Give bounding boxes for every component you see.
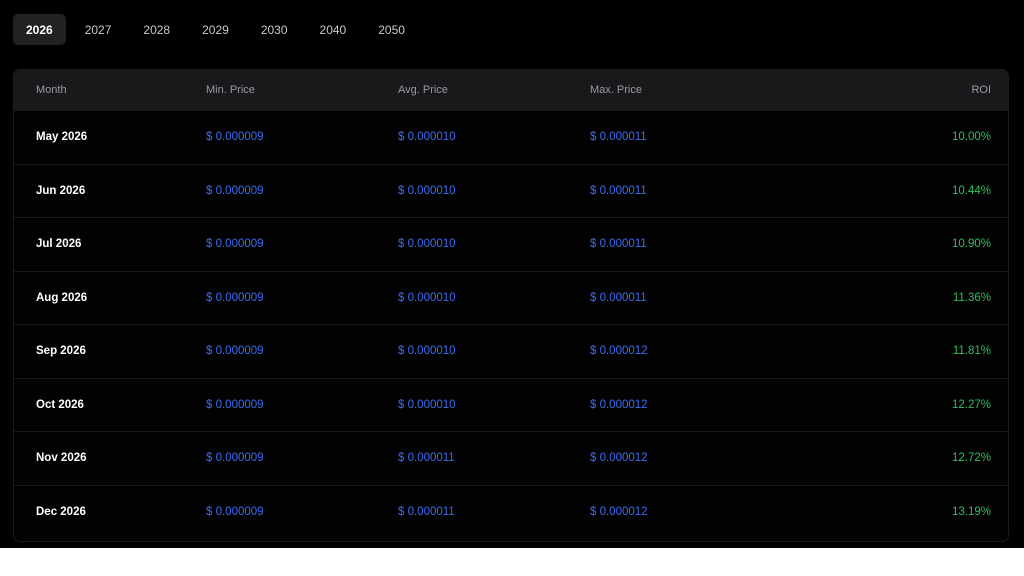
cell-roi: 10.00% [951,131,991,144]
cell-month: Dec 2026 [36,505,86,518]
table-row: Oct 2026 $ 0.000009 $ 0.000010 $ 0.00001… [14,377,1008,432]
cell-max-price: $ 0.000012 [590,398,648,411]
tab-2050[interactable]: 2050 [365,14,418,45]
cell-min-price: $ 0.000009 [206,291,264,304]
table-row: Sep 2026 $ 0.000009 $ 0.000010 $ 0.00001… [14,324,1008,378]
table-row: Jul 2026 $ 0.000009 $ 0.000010 $ 0.00001… [14,217,1008,271]
cell-avg-price: $ 0.000010 [398,238,456,251]
header-max-price: Max. Price [590,84,642,96]
cell-month: Aug 2026 [36,291,88,304]
cell-avg-price: $ 0.000010 [398,184,456,197]
cell-max-price: $ 0.000012 [590,452,648,465]
price-prediction-panel: 2026 2027 2028 2029 2030 2040 2050 Month… [0,0,1024,548]
cell-avg-price: $ 0.000011 [398,452,455,465]
cell-min-price: $ 0.000009 [206,505,264,518]
cell-month: Jun 2026 [36,184,86,197]
cell-max-price: $ 0.000011 [590,184,647,197]
cell-max-price: $ 0.000011 [590,131,647,144]
table-row: Jun 2026 $ 0.000009 $ 0.000010 $ 0.00001… [14,163,1008,218]
price-table: Month Min. Price Avg. Price Max. Price R… [13,69,1009,542]
cell-max-price: $ 0.000012 [590,345,648,358]
table-row: Aug 2026 $ 0.000009 $ 0.000010 $ 0.00001… [14,270,1008,325]
tab-2030[interactable]: 2030 [248,14,301,45]
tab-2040[interactable]: 2040 [307,14,360,45]
cell-avg-price: $ 0.000011 [398,505,455,518]
header-min-price: Min. Price [206,84,255,96]
cell-month: Oct 2026 [36,398,84,411]
cell-min-price: $ 0.000009 [206,238,264,251]
cell-month: May 2026 [36,131,88,144]
cell-avg-price: $ 0.000010 [398,345,456,358]
cell-max-price: $ 0.000012 [590,505,648,518]
table-row: May 2026 $ 0.000009 $ 0.000010 $ 0.00001… [14,110,1008,164]
cell-min-price: $ 0.000009 [206,398,264,411]
cell-max-price: $ 0.000011 [590,291,647,304]
table-row: Nov 2026 $ 0.000009 $ 0.000011 $ 0.00001… [14,431,1008,485]
cell-roi: 12.72% [951,452,991,465]
tab-2029[interactable]: 2029 [189,14,242,45]
cell-roi: 11.36% [952,291,991,304]
cell-roi: 10.90% [951,238,991,251]
header-roi: ROI [971,84,991,96]
cell-month: Nov 2026 [36,452,87,465]
cell-avg-price: $ 0.000010 [398,398,456,411]
cell-roi: 13.19% [951,505,991,518]
cell-month: Sep 2026 [36,345,86,358]
cell-roi: 12.27% [951,398,991,411]
table-row: Dec 2026 $ 0.000009 $ 0.000011 $ 0.00001… [14,484,1008,539]
cell-avg-price: $ 0.000010 [398,291,456,304]
cell-month: Jul 2026 [36,238,82,251]
year-tabs: 2026 2027 2028 2029 2030 2040 2050 [13,14,418,45]
tab-2028[interactable]: 2028 [130,14,183,45]
header-avg-price: Avg. Price [398,84,448,96]
cell-roi: 11.81% [952,345,991,358]
cell-min-price: $ 0.000009 [206,345,264,358]
header-month: Month [36,84,67,96]
cell-max-price: $ 0.000011 [590,238,647,251]
table-header: Month Min. Price Avg. Price Max. Price R… [14,70,1008,110]
tab-2027[interactable]: 2027 [72,14,125,45]
cell-min-price: $ 0.000009 [206,184,264,197]
cell-roi: 10.44% [951,184,991,197]
cell-avg-price: $ 0.000010 [398,131,456,144]
tab-2026[interactable]: 2026 [13,14,66,45]
cell-min-price: $ 0.000009 [206,452,264,465]
cell-min-price: $ 0.000009 [206,131,264,144]
